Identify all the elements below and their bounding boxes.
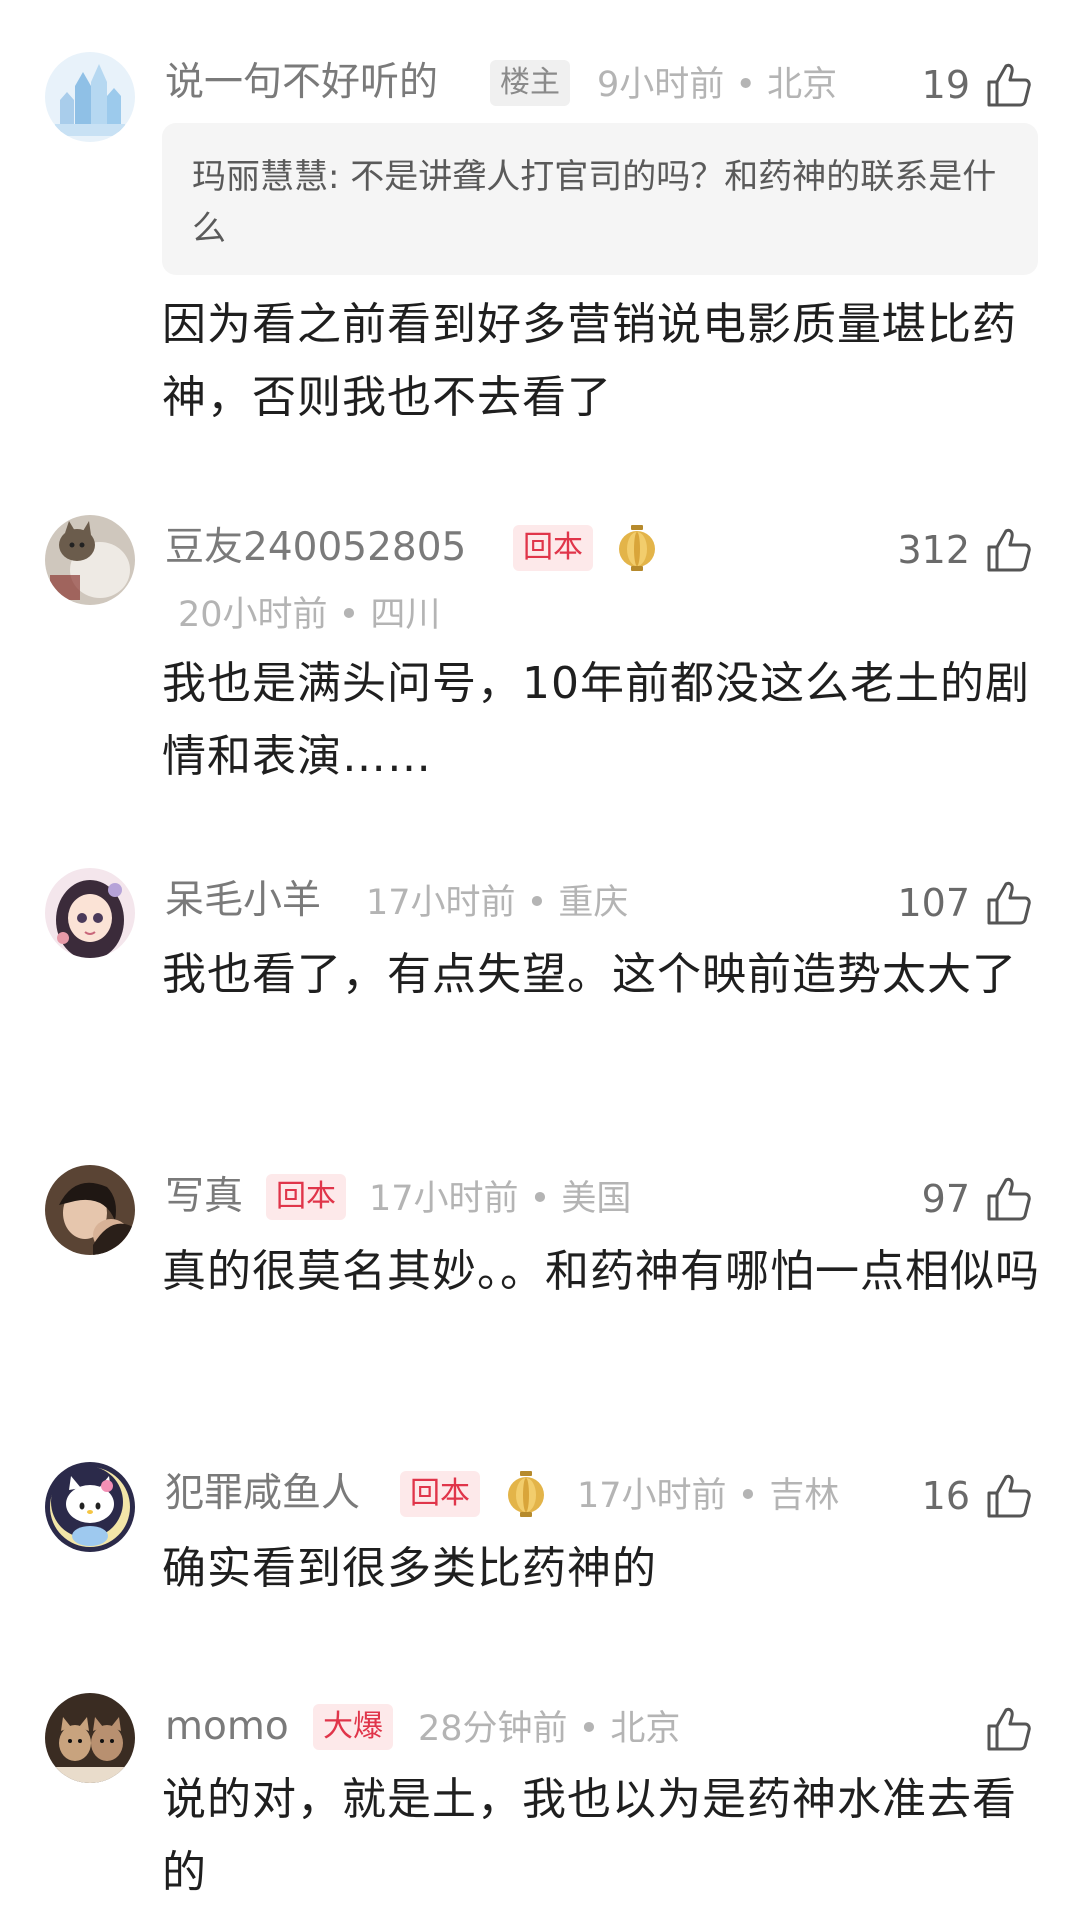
username[interactable]: 写真: [165, 1172, 243, 1222]
username[interactable]: 呆毛小羊: [165, 876, 321, 926]
hello-kitty-avatar-icon[interactable]: [45, 1462, 135, 1552]
time-location: 17小时前 • 重庆: [366, 883, 629, 923]
cats-avatar-icon[interactable]: [45, 1693, 135, 1783]
comment-text: 确实看到很多类比药神的: [162, 1543, 657, 1594]
like-count: 107: [897, 881, 970, 925]
thumbs-up-icon[interactable]: [985, 1175, 1033, 1223]
op-badge: 楼主: [490, 60, 570, 106]
username[interactable]: momo: [165, 1702, 289, 1752]
comment-text: 真的很莫名其妙。。和药神有哪怕一点相似吗: [162, 1246, 1040, 1297]
thumbs-up-icon[interactable]: [985, 1472, 1033, 1520]
username[interactable]: 说一句不好听的: [165, 58, 438, 108]
thumbs-up-icon[interactable]: [985, 1705, 1033, 1753]
like-count: 312: [897, 528, 970, 572]
status-badge: 回本: [266, 1174, 346, 1220]
lantern-icon: [508, 1471, 544, 1517]
username[interactable]: 豆友240052805: [165, 523, 466, 573]
time-location: 9小时前 • 北京: [597, 65, 838, 105]
comment-text: 我也是满头问号，10年前都没这么老土的剧情和表演……: [162, 658, 1030, 782]
castle-avatar-icon[interactable]: [45, 52, 135, 142]
cat-avatar-icon[interactable]: [45, 515, 135, 605]
comment-text: 说的对，就是土，我也以为是药神水准去看的: [162, 1774, 1017, 1898]
like-count: 19: [921, 63, 970, 107]
time-location: 17小时前 • 吉林: [577, 1476, 840, 1516]
quoted-reply[interactable]: 玛丽慧慧: 不是讲聋人打官司的吗？和药神的联系是什么: [162, 123, 1038, 275]
lantern-icon: [619, 525, 655, 571]
time-location: 28分钟前 • 北京: [418, 1709, 681, 1749]
like-count: 97: [921, 1177, 970, 1221]
username[interactable]: 犯罪咸鱼人: [165, 1469, 360, 1519]
time-location: 17小时前 • 美国: [369, 1179, 632, 1219]
portrait-avatar-icon[interactable]: [45, 1165, 135, 1255]
status-badge: 大爆: [313, 1704, 393, 1750]
like-count: 16: [921, 1474, 970, 1518]
comment-text: 我也看了，有点失望。这个映前造势太大了: [162, 949, 1017, 1000]
comment-text: 因为看之前看到好多营销说电影质量堪比药神，否则我也不去看了: [162, 299, 1017, 423]
thumbs-up-icon[interactable]: [985, 879, 1033, 927]
time-location: 20小时前 • 四川: [178, 595, 441, 635]
anime-girl-avatar-icon[interactable]: [45, 868, 135, 958]
thumbs-up-icon[interactable]: [985, 61, 1033, 109]
status-badge: 回本: [400, 1471, 480, 1517]
thumbs-up-icon[interactable]: [985, 526, 1033, 574]
status-badge: 回本: [513, 525, 593, 571]
